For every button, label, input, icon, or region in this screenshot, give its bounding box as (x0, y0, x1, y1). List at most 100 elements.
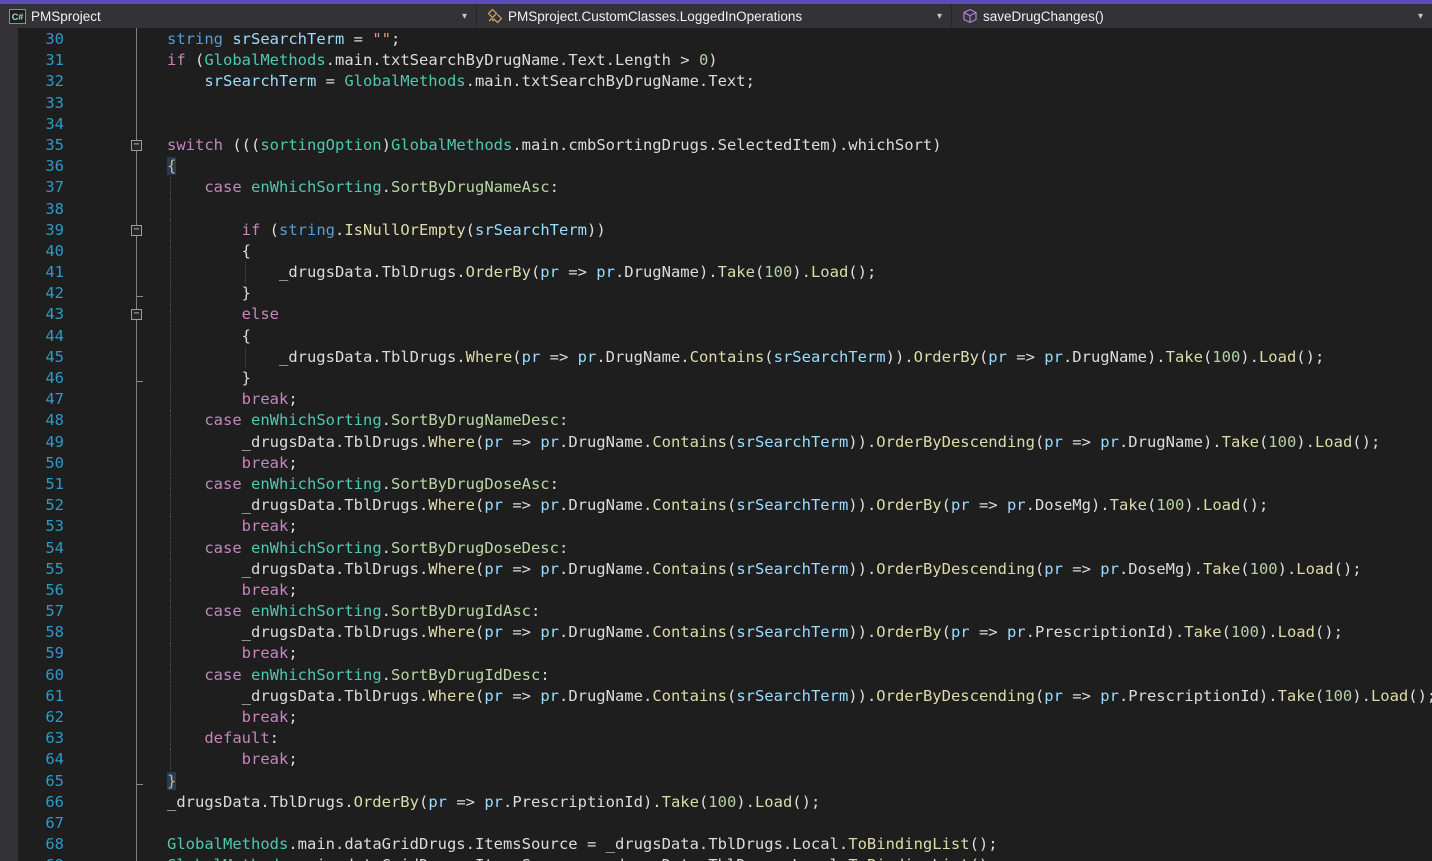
line-number: 36 (45, 157, 64, 176)
code-line: 69 GlobalMethods.main.dataGridDrugs.Items… (0, 855, 1432, 861)
line-number: 31 (45, 51, 64, 70)
code-text: if (GlobalMethods.main.txtSearchByDrugNa… (167, 51, 718, 70)
code-line: 55 _drugsData.TblDrugs.Where(pr => pr.Dr… (0, 558, 1432, 580)
code-editor[interactable]: 30 string srSearchTerm = ""; 31 if (GlobalM… (0, 28, 1432, 861)
code-line: 56 break; (0, 579, 1432, 602)
line-number: 52 (45, 496, 64, 515)
code-text: _drugsData.TblDrugs.OrderBy(pr => pr.Dru… (278, 263, 877, 282)
line-number: 65 (45, 771, 64, 790)
line-number: 59 (45, 644, 64, 663)
line-number: 54 (45, 538, 64, 557)
member-dropdown-label: saveDrugChanges() (983, 8, 1104, 24)
line-number: 30 (45, 30, 64, 48)
type-dropdown-label: PMSproject.CustomClasses.LoggedInOperati… (508, 8, 803, 24)
code-line: 67 (0, 813, 1432, 834)
line-number: 63 (45, 729, 64, 748)
code-line: 41 _drugsData.TblDrugs.OrderBy(pr => pr.… (0, 262, 1432, 284)
code-text: break; (241, 750, 298, 769)
code-text: _drugsData.TblDrugs.OrderBy(pr => pr.Pre… (167, 792, 821, 811)
code-line: 30 string srSearchTerm = ""; (0, 29, 1432, 50)
code-line: 64 break; (0, 749, 1432, 771)
code-line: 39 − if (string.IsNullOrEmpty(srSearchTer… (0, 219, 1432, 241)
class-icon (486, 8, 503, 25)
code-line: 54 case enWhichSorting.SortByDrugDoseDes… (0, 537, 1432, 559)
code-line: 49 _drugsData.TblDrugs.Where(pr => pr.Dr… (0, 431, 1432, 453)
code-line: 31 if (GlobalMethods.main.txtSearchByDrug… (0, 50, 1432, 71)
line-number: 68 (45, 835, 64, 854)
line-number: 45 (45, 347, 64, 366)
code-line: 59 break; (0, 643, 1432, 665)
code-text: switch (((sortingOption)GlobalMethods.ma… (167, 135, 942, 154)
line-number: 64 (45, 750, 64, 769)
code-text: break; (241, 580, 298, 599)
code-text: case enWhichSorting.SortByDrugIdDesc: (204, 665, 550, 684)
code-area[interactable]: 30 string srSearchTerm = ""; 31 if (GlobalM… (0, 29, 1432, 861)
line-number: 49 (45, 432, 64, 451)
line-number: 33 (45, 93, 64, 112)
line-number: 46 (45, 369, 64, 387)
code-line: 34 (0, 114, 1432, 135)
line-number: 55 (45, 559, 64, 578)
line-number: 43 (45, 305, 64, 324)
line-number: 67 (45, 813, 64, 832)
line-number: 56 (45, 580, 64, 599)
line-number: 50 (45, 453, 64, 472)
code-line: 47 break; (0, 389, 1432, 411)
fold-collapse-button[interactable]: − (131, 309, 142, 321)
line-number: 35 (45, 135, 64, 154)
code-line: 42 } (0, 283, 1432, 305)
method-icon (961, 8, 978, 25)
line-number: 41 (45, 263, 64, 282)
code-text: GlobalMethods.main.dataGridDrugs.ItemsSo… (167, 835, 998, 854)
line-number: 39 (45, 220, 64, 239)
line-number: 32 (45, 72, 64, 91)
code-text: _drugsData.TblDrugs.Where(pr => pr.DrugN… (241, 559, 1362, 578)
fold-collapse-button[interactable]: − (131, 139, 142, 151)
line-number: 62 (45, 708, 64, 726)
code-line: 33 (0, 93, 1432, 114)
type-dropdown[interactable]: PMSproject.CustomClasses.LoggedInOperati… (477, 4, 952, 28)
line-number: 47 (45, 390, 64, 409)
code-line: 58 _drugsData.TblDrugs.Where(pr => pr.Dr… (0, 622, 1432, 644)
project-dropdown[interactable]: C# PMSproject ▾ (0, 4, 477, 28)
code-text: break; (241, 390, 298, 409)
line-number: 48 (45, 411, 64, 430)
code-line: 46 } (0, 368, 1432, 390)
navigation-bar: C# PMSproject ▾ PMSproject.CustomClasses… (0, 4, 1432, 28)
code-text: } (167, 771, 177, 790)
fold-end-marker (137, 381, 143, 382)
code-line: 63 default: (0, 728, 1432, 750)
code-text: _drugsData.TblDrugs.Where(pr => pr.DrugN… (278, 347, 1325, 366)
member-dropdown[interactable]: saveDrugChanges() ▾ (952, 4, 1432, 28)
fold-end-marker (137, 296, 143, 298)
code-line: 65} (0, 771, 1432, 792)
line-number: 37 (45, 178, 64, 197)
fold-collapse-button[interactable]: − (131, 224, 142, 236)
line-number: 69 (18, 855, 64, 861)
line-number: 42 (45, 284, 64, 303)
project-dropdown-label: PMSproject (31, 8, 101, 24)
line-number: 44 (45, 326, 64, 345)
line-number: 58 (45, 623, 64, 642)
code-text: break; (241, 453, 298, 472)
code-text: _drugsData.TblDrugs.Where(pr => pr.DrugN… (241, 623, 1343, 642)
code-text: _drugsData.TblDrugs.Where(pr => pr.DrugN… (241, 432, 1381, 451)
code-text: default: (204, 729, 279, 748)
code-line: 57 case enWhichSorting.SortByDrugIdAsc: (0, 601, 1432, 623)
line-number: 51 (45, 474, 64, 493)
code-line: 50 break; (0, 452, 1432, 474)
chevron-down-icon: ▾ (461, 10, 467, 22)
code-line: 60 case enWhichSorting.SortByDrugIdDesc: (0, 664, 1432, 686)
code-text: } (241, 284, 251, 303)
code-text: srSearchTerm = GlobalMethods.main.txtSea… (204, 72, 755, 91)
chevron-down-icon: ▾ (1417, 10, 1423, 22)
line-number: 57 (45, 602, 64, 621)
code-line: 61 _drugsData.TblDrugs.Where(pr => pr.Dr… (0, 685, 1432, 707)
code-text: case enWhichSorting.SortByDrugNameAsc: (204, 178, 559, 197)
code-line: 43 − else (0, 304, 1432, 326)
code-text: } (241, 369, 251, 387)
code-line: 48 case enWhichSorting.SortByDrugNameDes… (0, 410, 1432, 432)
code-line: 45 _drugsData.TblDrugs.Where(pr => pr.Dr… (0, 346, 1432, 368)
line-number: 34 (45, 114, 64, 133)
code-line: 37 case enWhichSorting.SortByDrugNameAsc… (0, 177, 1432, 199)
